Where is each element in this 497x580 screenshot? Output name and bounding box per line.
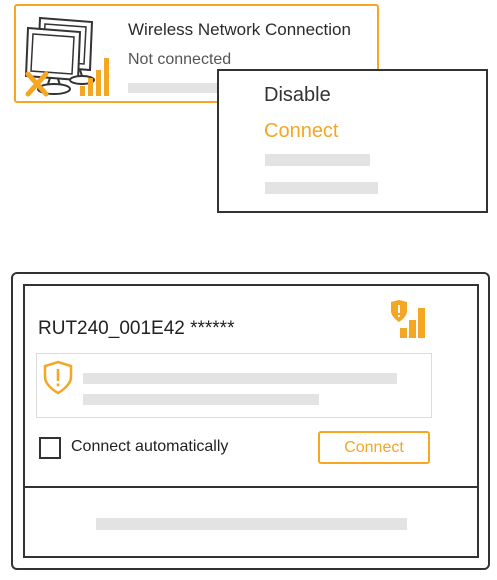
divider <box>23 486 479 488</box>
adapter-detail-placeholder <box>128 83 220 93</box>
adapter-status: Not connected <box>128 51 232 68</box>
security-warning-box <box>36 353 432 418</box>
menu-item-disable[interactable]: Disable <box>264 84 331 107</box>
connect-automatically-checkbox[interactable] <box>39 437 61 459</box>
connect-automatically-label: Connect automatically <box>71 438 229 455</box>
menu-item-placeholder[interactable] <box>265 182 378 194</box>
secured-signal-bars-icon <box>391 300 425 338</box>
signal-bars-icon <box>80 58 109 96</box>
network-ssid: RUT240_001E42 ****** <box>38 318 235 339</box>
adapter-title: Wireless Network Connection <box>128 20 351 39</box>
warning-text-placeholder <box>83 373 397 384</box>
footer-link-placeholder[interactable] <box>96 518 407 530</box>
context-menu: Disable Connect <box>217 69 488 213</box>
menu-item-connect[interactable]: Connect <box>264 120 339 143</box>
connect-button[interactable]: Connect <box>318 431 430 464</box>
warning-text-placeholder <box>83 394 319 405</box>
menu-item-placeholder[interactable] <box>265 154 370 166</box>
shield-warning-icon <box>43 360 73 395</box>
